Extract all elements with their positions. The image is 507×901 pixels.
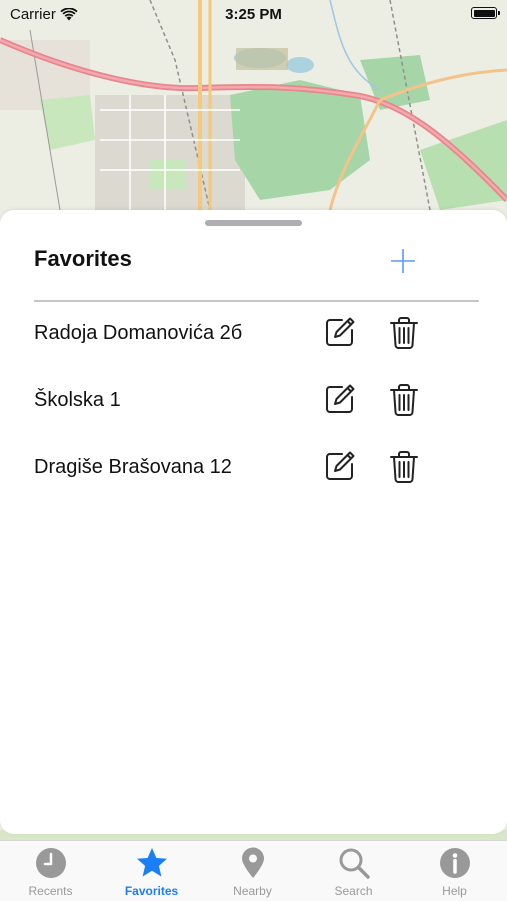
info-icon xyxy=(440,848,470,878)
add-favorite-button[interactable] xyxy=(386,244,420,278)
trash-icon xyxy=(390,451,418,483)
tab-recents[interactable]: Recents xyxy=(0,841,101,901)
tab-label: Search xyxy=(334,884,373,898)
sheet-title: Favorites xyxy=(34,246,132,271)
battery-icon xyxy=(471,7,500,19)
favorite-row[interactable]: Dragiše Brašovana 12 xyxy=(0,436,507,496)
star-icon xyxy=(137,848,167,877)
tab-label: Nearby xyxy=(233,884,272,898)
favorite-row[interactable]: Školska 1 xyxy=(0,369,507,429)
trash-icon xyxy=(390,384,418,416)
edit-favorite-button[interactable] xyxy=(324,316,356,348)
tab-label: Favorites xyxy=(124,884,179,898)
status-time: 3:25 PM xyxy=(225,6,282,23)
edit-favorite-button[interactable] xyxy=(324,450,356,482)
edit-icon xyxy=(326,451,355,480)
tab-label: Recents xyxy=(28,884,73,898)
favorite-row[interactable]: Radoja Domanovića 2б xyxy=(0,302,507,362)
tab-favorites[interactable]: Favorites xyxy=(101,841,202,901)
edit-icon xyxy=(326,384,355,413)
edit-favorite-button[interactable] xyxy=(324,383,356,415)
magnifier-icon xyxy=(339,848,370,879)
tab-label: Help xyxy=(442,884,467,898)
location-pin-icon xyxy=(242,847,264,878)
trash-icon xyxy=(390,317,418,349)
delete-favorite-button[interactable] xyxy=(388,383,420,417)
status-bar: Carrier 3:25 PM xyxy=(0,0,507,28)
favorite-name: Dragiše Brašovana 12 xyxy=(34,456,232,478)
tab-help[interactable]: Help xyxy=(404,841,505,901)
favorite-name: Školska 1 xyxy=(34,389,121,411)
plus-icon xyxy=(391,249,415,273)
edit-icon xyxy=(326,317,355,346)
favorites-sheet: Favorites Radoja Domanovića 2б Školska 1 xyxy=(0,210,507,834)
tab-bar: Recents Favorites Nearby Search Help xyxy=(0,840,507,901)
clock-icon xyxy=(36,848,66,878)
favorite-name: Radoja Domanovića 2б xyxy=(34,322,243,344)
sheet-grabber-handle[interactable] xyxy=(205,220,302,226)
delete-favorite-button[interactable] xyxy=(388,316,420,350)
tab-search[interactable]: Search xyxy=(303,841,404,901)
delete-favorite-button[interactable] xyxy=(388,450,420,484)
tab-nearby[interactable]: Nearby xyxy=(202,841,303,901)
